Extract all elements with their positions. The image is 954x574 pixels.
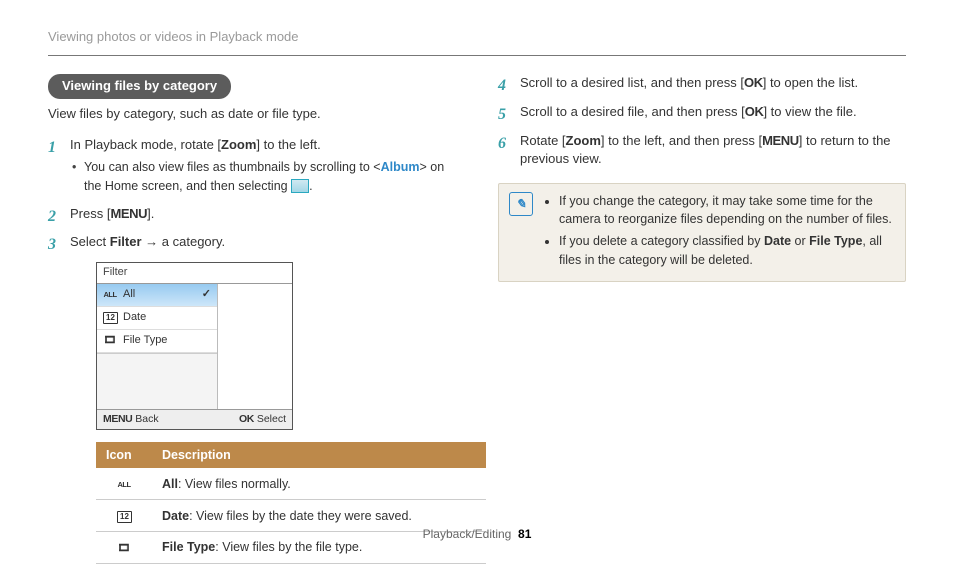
calendar-icon (117, 510, 131, 525)
note-item-2: If you delete a category classified by D… (559, 232, 895, 268)
filter-option-date: Date (97, 307, 217, 330)
table-head-icon: Icon (96, 442, 152, 468)
album-link: Album (381, 160, 420, 174)
left-column: Viewing files by category View files by … (48, 74, 456, 574)
ok-key: OK (745, 104, 764, 119)
filter-menu-screenshot: Filter All ✓ Date (96, 262, 293, 430)
filetype-icon (117, 542, 131, 557)
step-1-note: You can also view files as thumbnails by… (84, 158, 456, 194)
step-1: In Playback mode, rotate [Zoom] to the l… (48, 136, 456, 195)
section-heading-pill: Viewing files by category (48, 74, 231, 99)
table-head-description: Description (152, 442, 486, 468)
menu-key: MENU (762, 133, 799, 148)
step-3: Select Filter → a category. Filter All ✓ (48, 233, 456, 563)
album-thumbnail-icon (291, 179, 309, 193)
page-number: 81 (518, 527, 531, 541)
step-6: Rotate [Zoom] to the left, and then pres… (498, 132, 906, 170)
filetype-icon (103, 334, 117, 349)
table-row: All: View files normally. (96, 468, 486, 499)
note-icon: ✎ (509, 192, 533, 216)
filter-option-filetype: File Type (97, 330, 217, 353)
step-4: Scroll to a desired list, and then press… (498, 74, 906, 93)
all-icon (117, 478, 131, 493)
step-2: Press [MENU]. (48, 205, 456, 224)
checkmark-icon: ✓ (202, 287, 211, 303)
filter-menu-title: Filter (97, 263, 292, 284)
note-item-1: If you change the category, it may take … (559, 192, 895, 228)
right-column: Scroll to a desired list, and then press… (498, 74, 906, 574)
intro-text: View files by category, such as date or … (48, 105, 456, 124)
zoom-key: Zoom (221, 137, 256, 152)
page-header: Viewing photos or videos in Playback mod… (48, 28, 906, 56)
note-box: ✎ If you change the category, it may tak… (498, 183, 906, 282)
step-5: Scroll to a desired file, and then press… (498, 103, 906, 122)
menu-key: MENU (110, 206, 147, 221)
filter-label: Filter (110, 234, 142, 249)
all-icon (103, 288, 117, 303)
zoom-key: Zoom (566, 133, 601, 148)
icon-description-table: Icon Description All: View files normall… (96, 442, 486, 564)
filter-option-all: All ✓ (97, 284, 217, 307)
ok-key: OK (744, 75, 763, 90)
calendar-icon (103, 311, 117, 326)
page-footer: Playback/Editing 81 (0, 526, 954, 543)
filter-menu-footer: MENU Back OK Select (97, 409, 292, 429)
